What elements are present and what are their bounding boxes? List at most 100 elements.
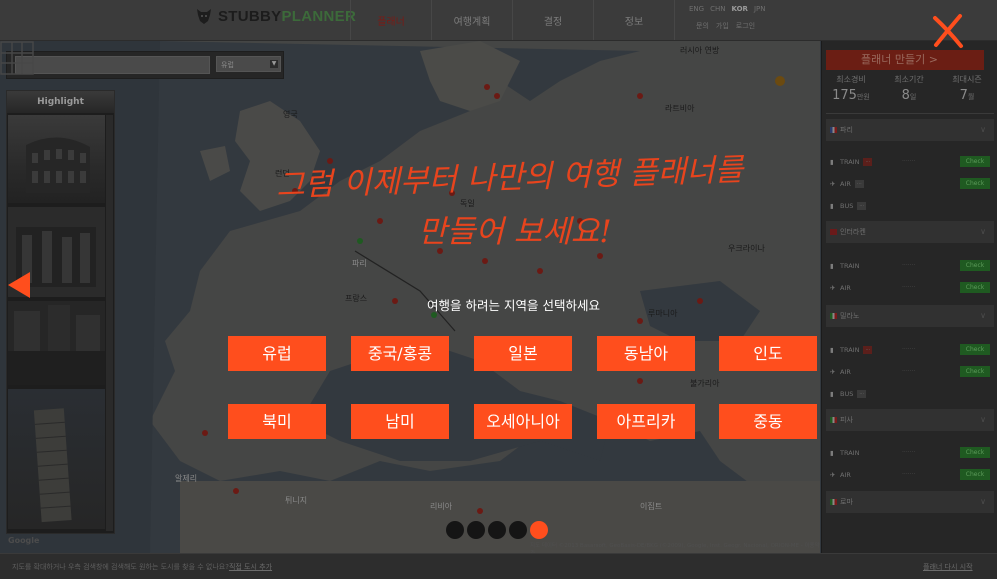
map-grid-control[interactable]	[0, 41, 34, 75]
pager-dot[interactable]	[467, 521, 485, 539]
make-planner-button[interactable]: 플래너 만들기 >	[826, 50, 984, 70]
nav-divider	[674, 0, 675, 40]
chevron-down-icon: ∨	[980, 227, 986, 236]
map-label: 알제리	[175, 473, 197, 483]
city-row-rome[interactable]: 로마 ∨	[826, 491, 994, 513]
map-search-bar: 유럽 ▼	[6, 51, 284, 79]
flag-icon	[830, 499, 837, 505]
lang-eng[interactable]: ENG	[689, 5, 704, 13]
highlight-scrollbar[interactable]	[106, 115, 113, 531]
language-switcher: ENG CHN KOR JPN	[689, 5, 765, 13]
pisa-tower-image	[33, 408, 72, 523]
highlight-colosseum[interactable]	[8, 115, 105, 203]
transport-air: ✈ AIR ··· Check	[830, 177, 990, 191]
region-south-america-button[interactable]: 남미	[351, 404, 449, 439]
login-link[interactable]: 로그인	[736, 21, 755, 31]
train-icon: ▮	[830, 449, 834, 457]
nav-info[interactable]: 정보	[593, 0, 674, 40]
colosseum-image	[26, 137, 90, 193]
nav-decision[interactable]: 결정	[512, 0, 593, 40]
region-picker: 유럽 중국/홍콩 일본 동남아 인도 북미 남미 오세아니아 아프리카 중동	[228, 336, 818, 439]
previous-arrow-icon[interactable]	[8, 272, 30, 298]
region-japan-button[interactable]: 일본	[474, 336, 572, 371]
nav-planner[interactable]: 플래너	[350, 0, 431, 40]
stat-peak-season: 최대시즌 7월	[952, 75, 982, 103]
map-label: 라트비아	[665, 103, 695, 113]
map-label: 파리	[352, 259, 367, 268]
check-button[interactable]: Check	[960, 447, 990, 458]
region-select[interactable]: 유럽 ▼	[216, 56, 281, 72]
transport-train: ▮ TRAIN ······· Check	[830, 446, 990, 460]
headline-line-1: 그럼 이제부터 나만의 여행 플래너를	[276, 152, 747, 204]
region-southeast-asia-button[interactable]: 동남아	[597, 336, 695, 371]
pager-dot[interactable]	[446, 521, 464, 539]
bulldog-logo-icon	[197, 9, 211, 24]
pegman-icon[interactable]	[774, 75, 786, 87]
highlight-pisa[interactable]	[8, 389, 105, 529]
map-label: 영국	[283, 109, 298, 119]
map-label: 리비아	[430, 501, 453, 511]
city-row-interlaken[interactable]: 인터라켄 ∨	[826, 221, 994, 243]
region-prompt: 여행을 하려는 지역을 선택하세요	[427, 298, 600, 313]
region-north-america-button[interactable]: 북미	[228, 404, 326, 439]
city-row-pisa[interactable]: 피사 ∨	[826, 409, 994, 431]
check-button[interactable]: Check	[960, 282, 990, 293]
lang-jpn[interactable]: JPN	[754, 5, 766, 13]
train-icon: ▮	[830, 346, 834, 354]
check-button[interactable]: Check	[960, 260, 990, 271]
logo[interactable]: STUBBYPLANNER	[194, 6, 356, 26]
region-oceania-button[interactable]: 오세아니아	[474, 404, 572, 439]
pager-dot[interactable]	[530, 521, 548, 539]
pager-dots	[446, 521, 548, 539]
chevron-down-icon: ∨	[980, 125, 986, 134]
transport-train: ▮ TRAIN ······· Check	[830, 259, 990, 273]
nav-trip-plan[interactable]: 여행계획	[431, 0, 512, 40]
region-china-hk-button[interactable]: 중국/홍콩	[351, 336, 449, 371]
chevron-down-icon: ▼	[270, 60, 278, 68]
contact-link[interactable]: 문의	[696, 21, 709, 31]
plane-icon: ✈	[830, 284, 836, 292]
logo-text: STUBBYPLANNER	[218, 7, 357, 25]
check-button[interactable]: Check	[960, 156, 990, 167]
map-label: 이집트	[640, 501, 662, 511]
region-europe-button[interactable]: 유럽	[228, 336, 326, 371]
transport-air: ✈ AIR ······· Check	[830, 365, 990, 379]
check-button[interactable]: Check	[960, 366, 990, 377]
pager-dot[interactable]	[509, 521, 527, 539]
city-search-input[interactable]	[15, 56, 210, 74]
check-button[interactable]: Check	[960, 469, 990, 480]
close-icon[interactable]	[930, 12, 966, 50]
chevron-down-icon: ∨	[980, 415, 986, 424]
lang-kor[interactable]: KOR	[731, 5, 747, 13]
region-middle-east-button[interactable]: 중동	[719, 404, 817, 439]
plane-icon: ✈	[830, 471, 836, 479]
account-links: 문의 가입 로그인	[696, 21, 755, 31]
transport-train: ▮ TRAIN ··· ······· Check	[830, 155, 990, 169]
signup-link[interactable]: 가입	[716, 21, 729, 31]
restart-planner-link[interactable]: 플래너 다시 시작	[923, 562, 973, 572]
region-india-button[interactable]: 인도	[719, 336, 817, 371]
stat-min-cost: 최소경비 175만원	[832, 75, 870, 103]
map-credit: 지도 데이터 ©2013 Basarsoft, GeoBasis-DE/BKG …	[530, 543, 820, 553]
divider	[826, 113, 994, 114]
add-city-link[interactable]: 직접 도시 추가	[229, 563, 272, 571]
flag-icon	[830, 127, 837, 133]
check-button[interactable]: Check	[960, 178, 990, 189]
footer-hint: 지도를 확대하거나 우측 검색창에 검색해도 원하는 도시를 찾을 수 없나요?…	[12, 563, 273, 571]
welcome-headline: 그럼 이제부터 나만의 여행 플래너를 만들어 보세요!	[276, 152, 747, 250]
region-africa-button[interactable]: 아프리카	[597, 404, 695, 439]
city-row-paris[interactable]: 파리 ∨	[826, 119, 994, 141]
headline-line-2: 만들어 보세요!	[418, 214, 611, 250]
stat-min-days: 최소기간 8일	[894, 75, 924, 103]
transport-air: ✈ AIR ······· Check	[830, 468, 990, 482]
top-header: STUBBYPLANNER 플래너 여행계획 결정 정보 ENG CHN KOR…	[0, 0, 997, 41]
transport-bus: ▮ BUS ···	[830, 387, 990, 401]
bus-icon: ▮	[830, 390, 834, 398]
lang-chn[interactable]: CHN	[710, 5, 725, 13]
transport-air: ✈ AIR ······· Check	[830, 281, 990, 295]
transport-train: ▮ TRAIN ··· ······· Check	[830, 343, 990, 357]
region-select-value: 유럽	[221, 61, 234, 69]
check-button[interactable]: Check	[960, 344, 990, 355]
pager-dot[interactable]	[488, 521, 506, 539]
main-nav: 플래너 여행계획 결정 정보	[350, 0, 675, 40]
